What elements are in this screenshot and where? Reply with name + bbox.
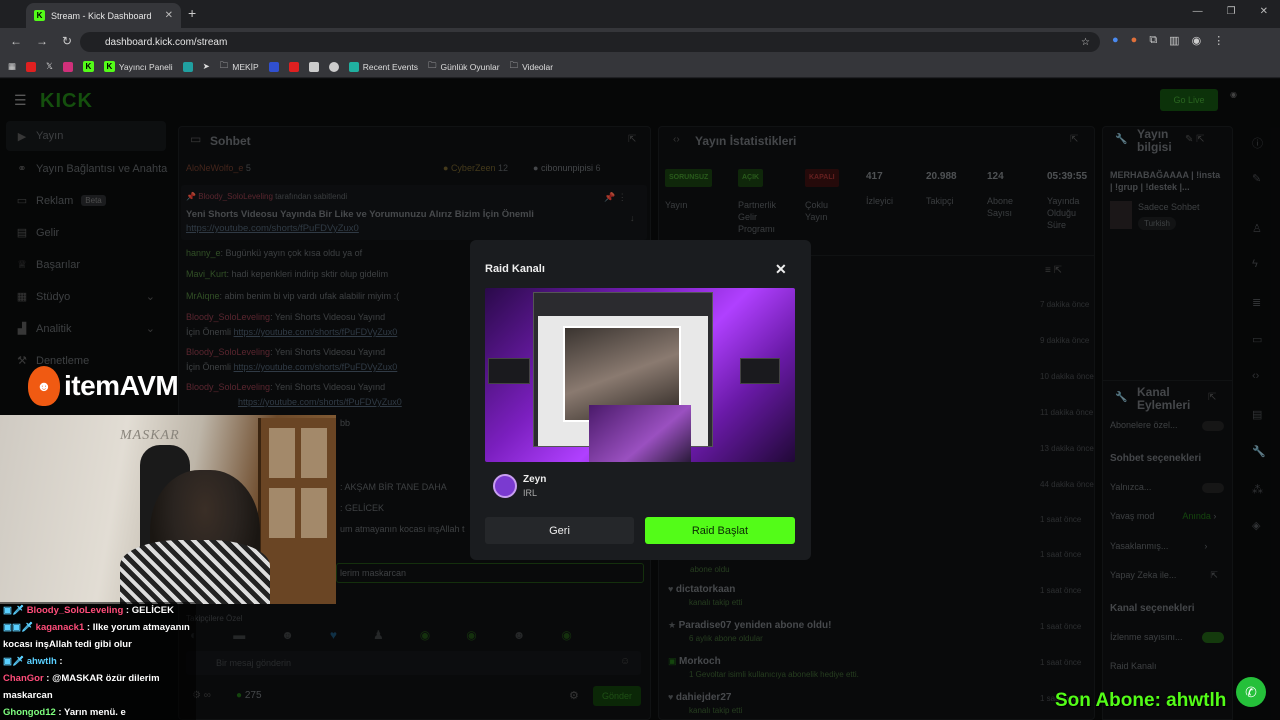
stream-chat-line: ChanGor : @MASKAR özür dilerim: [3, 673, 160, 684]
tab-title: Stream - Kick Dashboard: [51, 10, 152, 21]
stream-chat-overlay: ▣🗡 Bloody_SoloLeveling : GELİCEK ▣▣🗡 kag…: [0, 602, 196, 720]
extension-icon[interactable]: ●: [1131, 34, 1138, 47]
back-icon[interactable]: ←: [10, 34, 22, 48]
browser-tab[interactable]: K Stream - Kick Dashboard ✕: [26, 3, 181, 28]
bookmark-videolar[interactable]: 🗀 Videolar: [510, 60, 554, 74]
folder-icon: 🗀: [427, 59, 437, 70]
bookmark-youtube[interactable]: [288, 61, 299, 72]
extension-icon[interactable]: ●: [1112, 34, 1119, 47]
bookmark-x[interactable]: 𝕏: [46, 61, 53, 72]
bookmarks-bar: ▦ 𝕏 K K Yayıncı Paneli ➤ 🗀 MEKİP Recent Ev…: [0, 56, 1280, 78]
sponsor-logo: ☻ itemAVM: [28, 366, 179, 406]
bookmark-site[interactable]: [268, 61, 279, 72]
window-controls: — ❐ ✕: [1193, 6, 1268, 17]
last-subscriber-banner: Son Abone: ahwtlh: [1055, 690, 1227, 711]
folder-icon: 🗀: [509, 59, 519, 70]
thumbnail-box: [740, 358, 780, 384]
menu-dots-icon[interactable]: ⋮: [1213, 34, 1224, 47]
sidepanel-icon[interactable]: ▥: [1169, 34, 1179, 47]
stream-chat-line: kocası inşAllah tedi gibi olur: [3, 639, 132, 650]
bookmark-recent-events[interactable]: Recent Events: [348, 61, 418, 72]
sponsor-mascot-icon: ☻: [28, 366, 60, 406]
stream-chat-line: maskarcan: [3, 690, 53, 701]
webcam-wall-text: MASKAR: [120, 428, 180, 443]
bookmark-instagram[interactable]: [62, 61, 73, 72]
channel-avatar: [493, 474, 517, 498]
channel-name: Zeyn: [523, 474, 547, 485]
bookmark-site[interactable]: [328, 61, 339, 72]
minimize-icon[interactable]: —: [1193, 6, 1203, 17]
puzzle-icon[interactable]: ⧉: [1149, 34, 1157, 47]
url-bar[interactable]: dashboard.kick.com/stream ☆: [80, 32, 1100, 52]
whatsapp-icon[interactable]: ✆: [1236, 677, 1266, 707]
restore-icon[interactable]: ❐: [1227, 6, 1236, 17]
stream-chat-line: Ghongod12 : Yarın menü. e: [3, 707, 126, 718]
reload-icon[interactable]: ↻: [62, 34, 72, 48]
webcam-shirt: [120, 540, 270, 604]
stream-chat-line: ▣▣🗡 kaganack1 : Ilke yorum atmayanın: [3, 622, 190, 633]
channel-category: IRL: [523, 488, 538, 498]
thumbnail-box: [488, 358, 530, 384]
profile-icon[interactable]: ◉: [1192, 34, 1202, 47]
stream-chat-line: ▣🗡 Bloody_SoloLeveling : GELİCEK: [3, 605, 174, 616]
apps-icon[interactable]: ▦: [8, 61, 16, 72]
url-text: dashboard.kick.com/stream: [105, 36, 228, 48]
bookmark-youtube[interactable]: [26, 61, 37, 72]
bookmark-site[interactable]: ➤: [203, 61, 210, 72]
new-tab-icon[interactable]: +: [188, 5, 196, 21]
sponsor-brand-right: AVM: [119, 370, 179, 401]
forward-icon[interactable]: →: [36, 34, 48, 48]
extension-icons: ● ● ⧉ ▥ ◉ ⋮: [1112, 34, 1224, 47]
bookmark-site[interactable]: [308, 61, 319, 72]
bookmark-yayinci-paneli[interactable]: K Yayıncı Paneli: [103, 61, 173, 72]
nav-buttons: ← → ↻: [10, 34, 72, 48]
folder-icon: 🗀: [219, 59, 229, 70]
bookmark-gunluk-oyunlar[interactable]: 🗀 Günlük Oyunlar: [428, 60, 500, 74]
sponsor-brand-left: item: [64, 370, 120, 401]
close-window-icon[interactable]: ✕: [1260, 6, 1268, 17]
modal-title: Raid Kanalı: [485, 263, 545, 275]
back-button[interactable]: Geri: [485, 517, 634, 544]
close-icon[interactable]: ✕: [775, 261, 787, 278]
bookmark-kick[interactable]: K: [82, 61, 94, 72]
tab-close-icon[interactable]: ✕: [165, 10, 173, 21]
bookmark-site[interactable]: [182, 61, 193, 72]
bookmark-mekip[interactable]: 🗀 MEKİP: [220, 60, 259, 74]
stream-chat-line: ▣🗡 ahwtlh :: [3, 656, 63, 667]
thumbnail-webcam: [589, 405, 691, 462]
kick-favicon-icon: K: [34, 10, 45, 21]
bookmark-star-icon[interactable]: ☆: [1081, 37, 1090, 48]
start-raid-button[interactable]: Raid Başlat: [645, 517, 795, 544]
